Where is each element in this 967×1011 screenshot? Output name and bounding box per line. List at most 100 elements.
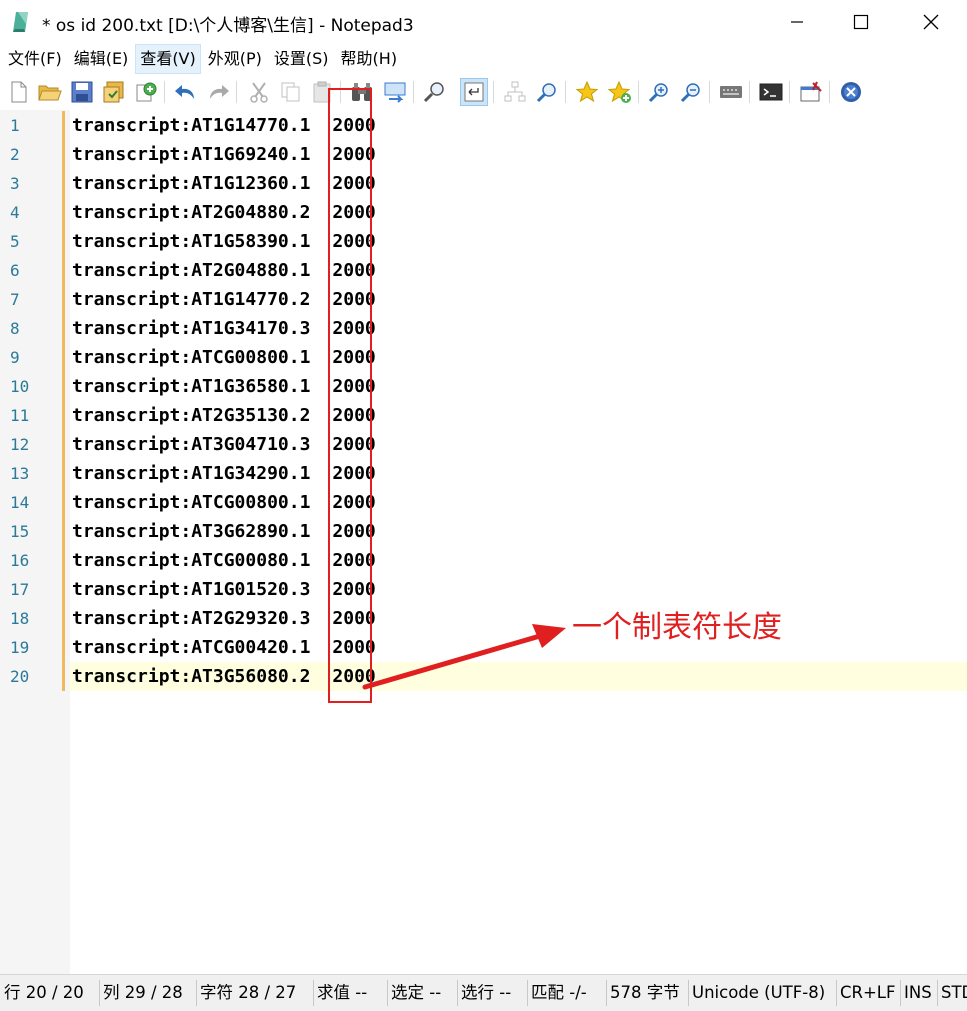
status-field-5: 选行 --: [461, 983, 512, 1002]
change-marker: [62, 314, 65, 343]
menu-item-0[interactable]: 文件(F): [4, 45, 66, 73]
transcript-id: transcript:ATCG00800.1: [72, 492, 311, 513]
status-bar: 行 20 / 20 列 29 / 28 字符 28 / 27 求值 -- 选定 -- 选行…: [0, 974, 967, 1011]
find-in-files-icon: [423, 82, 444, 103]
change-marker: [62, 256, 65, 285]
undo-icon: [175, 85, 194, 99]
status-field-11: STD: [941, 983, 967, 1002]
transcript-id: transcript:AT1G69240.1: [72, 144, 311, 165]
transcript-id: transcript:AT1G34170.3: [72, 318, 311, 339]
status-field-1: 列 29 / 28: [103, 983, 183, 1002]
status-separator: [99, 980, 100, 1006]
change-marker: [62, 459, 65, 488]
line-number: 2: [10, 145, 20, 164]
status-separator: [836, 980, 837, 1006]
schema-icon: [504, 81, 526, 102]
menu-item-5[interactable]: 帮助(H): [337, 45, 402, 73]
word-wrap-toggle[interactable]: [460, 78, 488, 106]
terminal-icon: [759, 83, 783, 101]
transcript-id: transcript:AT2G04880.2: [72, 202, 311, 223]
add-favorite-button[interactable]: [607, 79, 633, 105]
save-copy-button[interactable]: [133, 79, 159, 105]
status-field-7: 578 字节: [610, 983, 680, 1002]
transcript-id: transcript:AT1G01520.3: [72, 579, 311, 600]
line-number: 12: [10, 435, 30, 454]
cut-icon: [250, 82, 268, 103]
favorites-button[interactable]: [574, 79, 600, 105]
status-field-6: 匹配 -/-: [531, 983, 587, 1002]
close-icon: [923, 14, 939, 30]
change-marker: [62, 488, 65, 517]
line-number: 14: [10, 493, 30, 512]
line-number: 5: [10, 232, 20, 251]
zoom-out-button[interactable]: [678, 79, 704, 105]
menu-item-2[interactable]: 查看(V): [135, 44, 201, 74]
transcript-id: transcript:AT1G12360.1: [72, 173, 311, 194]
line-number: 9: [10, 348, 20, 367]
pin-window-button[interactable]: [798, 79, 824, 105]
notepad3-app-icon: [13, 12, 28, 32]
save-icon: [71, 81, 93, 103]
open-file-button[interactable]: [37, 79, 63, 105]
schema-button[interactable]: [502, 79, 528, 105]
minimize-icon: [791, 21, 803, 23]
transcript-id: transcript:AT3G62890.1: [72, 521, 311, 542]
minimize-button[interactable]: [763, 0, 831, 44]
close-file-icon: [841, 82, 861, 102]
change-marker: [62, 227, 65, 256]
find-in-files-button[interactable]: [422, 79, 448, 105]
find-zoom-button[interactable]: [534, 79, 560, 105]
redo-button[interactable]: [205, 79, 231, 105]
change-marker: [62, 517, 65, 546]
menu-item-4[interactable]: 设置(S): [270, 45, 333, 73]
line-number: 19: [10, 638, 30, 657]
copy-button[interactable]: [278, 79, 304, 105]
transcript-id: transcript:ATCG00080.1: [72, 550, 311, 571]
close-file-button[interactable]: [838, 79, 864, 105]
status-field-0: 行 20 / 20: [4, 983, 84, 1002]
cut-button[interactable]: [246, 79, 272, 105]
line-number: 7: [10, 290, 20, 309]
line-number: 15: [10, 522, 30, 541]
replace-button[interactable]: [382, 79, 408, 105]
transcript-id: transcript:AT2G29320.3: [72, 608, 311, 629]
maximize-button[interactable]: [827, 0, 895, 44]
zoom-in-icon: [648, 83, 668, 103]
line-number: 3: [10, 174, 20, 193]
save-as-button[interactable]: [101, 79, 127, 105]
editor-area[interactable]: 1 2 3 4 5 6 7 8 9 10 11 12 13 14 15 16 17 18 19 20 transcri…: [0, 110, 967, 974]
line-number: 11: [10, 406, 30, 425]
transcript-id: transcript:AT3G56080.2: [72, 666, 311, 687]
line-number: 13: [10, 464, 30, 483]
transcript-id: transcript:AT3G04710.3: [72, 434, 311, 455]
toolbar: [0, 74, 967, 111]
zoom-in-button[interactable]: [646, 79, 672, 105]
save-copy-icon: [136, 82, 157, 102]
save-as-icon: [103, 81, 124, 103]
redo-icon: [210, 85, 229, 99]
annotation-label: 一个制表符长度: [572, 610, 782, 645]
transcript-id: transcript:ATCG00420.1: [72, 637, 311, 658]
change-marker: [62, 604, 65, 633]
save-button[interactable]: [69, 79, 95, 105]
status-field-2: 字符 28 / 27: [200, 983, 297, 1002]
status-field-10: INS: [904, 983, 932, 1002]
status-separator: [688, 980, 689, 1006]
zoom-out-icon: [680, 83, 700, 103]
status-separator: [900, 980, 901, 1006]
pin-icon: [800, 81, 822, 102]
line-number: 4: [10, 203, 20, 222]
replace-icon: [384, 82, 406, 103]
new-file-button[interactable]: [6, 79, 32, 105]
transcript-id: transcript:AT2G35130.2: [72, 405, 311, 426]
status-separator: [387, 980, 388, 1006]
menu-item-1[interactable]: 编辑(E): [70, 45, 133, 73]
menu-item-3[interactable]: 外观(P): [204, 45, 266, 73]
change-marker: [62, 633, 65, 662]
undo-button[interactable]: [173, 79, 199, 105]
close-window-button[interactable]: [897, 0, 965, 44]
terminal-button[interactable]: [758, 79, 784, 105]
keyboard-button[interactable]: [718, 79, 744, 105]
add-favorite-icon: [608, 80, 631, 103]
maximize-icon: [853, 14, 869, 30]
